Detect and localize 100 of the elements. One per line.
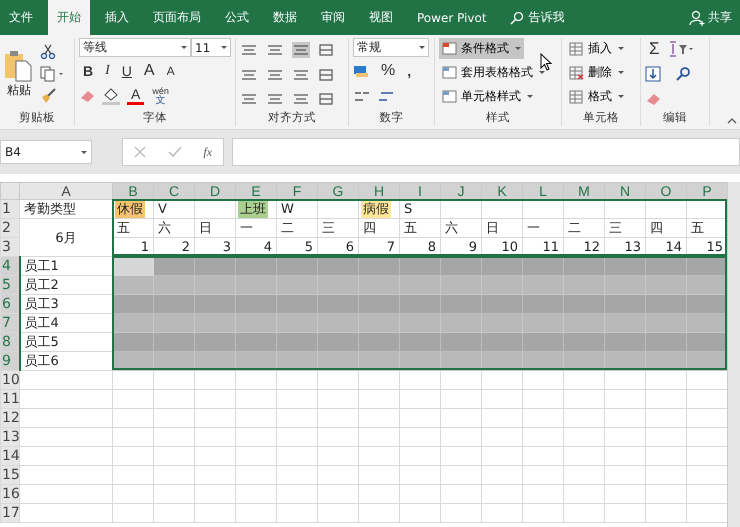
paste-button[interactable]: 粘贴: [4, 50, 34, 98]
row-header[interactable]: 15: [0, 466, 20, 484]
cells-menu-button[interactable]: 格式: [566, 86, 627, 107]
ribbon-tab[interactable]: 插入: [96, 0, 138, 35]
search-icon: [510, 10, 524, 24]
cell-text: 三: [321, 220, 336, 237]
cell-text: 五: [690, 220, 705, 237]
row-header[interactable]: 2: [0, 218, 20, 238]
cell-text: 员工1: [24, 258, 60, 275]
row-header[interactable]: 12: [0, 408, 20, 428]
font-size-dropdown[interactable]: 11: [191, 38, 231, 57]
column-header[interactable]: J: [440, 182, 482, 200]
font-name-dropdown[interactable]: 等线: [79, 38, 191, 57]
ribbon-tab[interactable]: 数据: [264, 0, 306, 35]
cell-text: S: [403, 202, 414, 216]
column-header[interactable]: B: [112, 182, 154, 200]
ribbon-tab[interactable]: 审阅: [312, 0, 354, 35]
bold-button[interactable]: B: [79, 62, 98, 80]
cell-text: 11: [541, 240, 560, 254]
row-header[interactable]: 8: [0, 332, 20, 352]
cell-text: 六: [157, 220, 172, 237]
column-header[interactable]: N: [604, 182, 646, 200]
shrink-font-button[interactable]: A: [162, 62, 179, 80]
column-header[interactable]: L: [522, 182, 564, 200]
check-icon[interactable]: [168, 146, 182, 158]
row-header[interactable]: 16: [0, 484, 20, 504]
row-header[interactable]: 14: [0, 446, 20, 466]
ribbon-tab[interactable]: 公式: [216, 0, 258, 35]
cells-menu-button[interactable]: 插入: [566, 38, 627, 59]
cell-text: 一: [526, 220, 541, 237]
row-header[interactable]: 11: [0, 390, 20, 408]
cell-text: 二: [567, 220, 582, 237]
column-header[interactable]: H: [358, 182, 400, 200]
cell-text: 二: [280, 220, 295, 237]
mouse-pointer-icon: [540, 53, 552, 71]
percent-button[interactable]: %: [377, 62, 400, 80]
group-label: 对齐方式: [267, 110, 317, 126]
cells-menu-button[interactable]: 删除: [566, 62, 627, 83]
column-header[interactable]: F: [276, 182, 318, 200]
tell-me-field[interactable]: 告诉我: [528, 9, 565, 26]
grow-font-button[interactable]: A: [140, 62, 159, 80]
column-header[interactable]: P: [686, 182, 728, 200]
formula-input[interactable]: [232, 138, 740, 166]
column-header[interactable]: E: [236, 182, 276, 200]
number-format-dropdown[interactable]: 常规: [353, 38, 429, 57]
row-header[interactable]: 4: [0, 256, 20, 276]
column-header[interactable]: A: [20, 182, 112, 200]
row-header[interactable]: 1: [0, 200, 20, 218]
table-style-icon: [442, 90, 458, 104]
phonetic-button[interactable]: wén 文: [148, 87, 173, 105]
cell-text: 休假: [115, 200, 145, 218]
column-header[interactable]: I: [400, 182, 440, 200]
row-header[interactable]: 9: [0, 352, 20, 370]
sort-filter-icon[interactable]: [668, 41, 694, 57]
fill-bucket-icon[interactable]: [101, 87, 123, 105]
ribbon-tab[interactable]: 文件: [0, 0, 42, 35]
group-label: 数字: [378, 110, 404, 126]
comma-button[interactable]: ,: [403, 62, 416, 80]
scrollbar[interactable]: [727, 182, 740, 527]
italic-button[interactable]: I: [101, 62, 114, 80]
row-header[interactable]: 13: [0, 428, 20, 446]
autosum-button[interactable]: Σ: [645, 40, 664, 58]
ribbon-tab[interactable]: 视图: [360, 0, 402, 35]
insert-function-button[interactable]: fx: [203, 144, 212, 160]
share-button[interactable]: 共享: [708, 9, 732, 26]
copy-icon[interactable]: [40, 66, 64, 82]
column-header[interactable]: K: [482, 182, 522, 200]
cell-text: 6月: [54, 230, 78, 246]
cell-text: 员工2: [24, 277, 60, 294]
column-header[interactable]: D: [194, 182, 236, 200]
row-header[interactable]: 6: [0, 294, 20, 314]
grid-icon: [569, 90, 585, 104]
cell-text: 考勤类型: [23, 201, 77, 218]
row-header[interactable]: 17: [0, 504, 20, 522]
cell-text: 日: [198, 220, 213, 237]
style-menu-button[interactable]: 单元格样式: [439, 86, 536, 107]
collapse-ribbon-icon[interactable]: [727, 118, 737, 124]
font-color-button[interactable]: A: [127, 87, 144, 105]
column-header[interactable]: C: [154, 182, 194, 200]
row-header[interactable]: 7: [0, 314, 20, 332]
column-header[interactable]: G: [318, 182, 358, 200]
cell-text: W: [280, 202, 295, 216]
cell-text: 四: [649, 220, 664, 237]
row-header[interactable]: 10: [0, 370, 20, 390]
alignment-icon[interactable]: [292, 42, 310, 58]
scissors-icon[interactable]: [40, 44, 56, 60]
underline-button[interactable]: U: [118, 62, 136, 80]
group-label: 单元格: [582, 110, 620, 126]
ribbon-tab[interactable]: 开始: [48, 0, 90, 35]
row-header[interactable]: 3: [0, 238, 20, 256]
cell-text: 四: [362, 220, 377, 237]
ribbon-tab[interactable]: Power Pivot: [408, 0, 496, 35]
brush-icon[interactable]: [40, 88, 56, 104]
column-header[interactable]: O: [646, 182, 686, 200]
ribbon-tab[interactable]: 页面布局: [144, 0, 210, 35]
cell-text: 上班: [238, 200, 268, 218]
row-header[interactable]: 5: [0, 276, 20, 294]
column-header[interactable]: M: [564, 182, 604, 200]
style-menu-button[interactable]: 条件格式: [439, 38, 524, 59]
name-box[interactable]: B4: [0, 140, 92, 164]
